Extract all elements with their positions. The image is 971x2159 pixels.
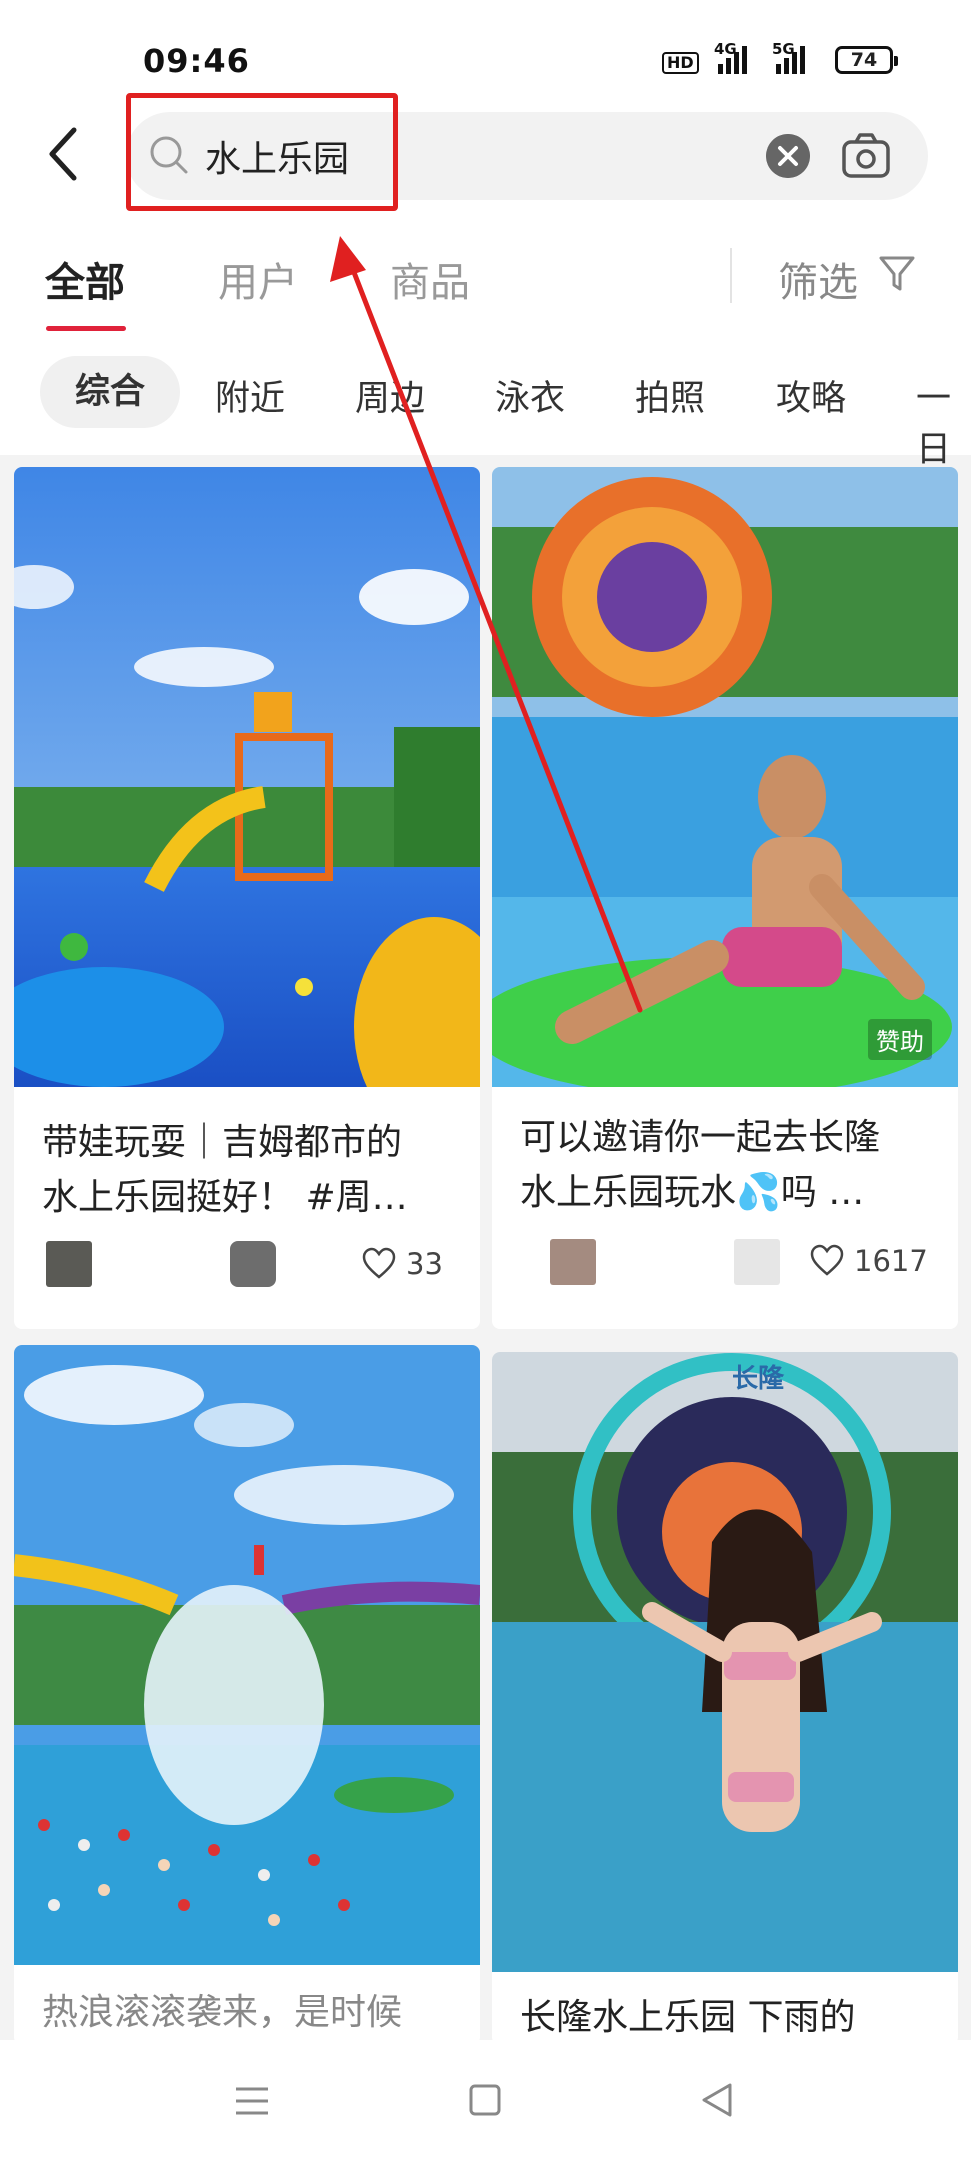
home-icon[interactable] [468,2083,502,2117]
author-avatar[interactable] [550,1239,596,1285]
tab-users[interactable]: 用户 [218,250,298,308]
tab-divider [730,248,732,303]
card-image-water-slide-park [14,467,480,1087]
card-title-line1: 热浪滚滚袭来，是时候 [42,1992,403,2033]
card-title-line2: 水上乐园挺好！ #周… [42,1177,408,1218]
status-time: 09:46 [143,42,250,80]
active-tab-indicator [46,326,126,331]
author-name-blurred [734,1239,780,1285]
tab-products[interactable]: 商品 [390,250,470,308]
sponsored-badge: 赞助 [868,1019,932,1060]
feed-card-4[interactable]: 长隆 长隆水上乐园 下雨的 [492,1352,958,2045]
feed-card-3[interactable]: 热浪滚滚袭来，是时候 [14,1345,480,2045]
feed-card-2[interactable]: 赞助 可以邀请你一起去长隆 水上乐园玩水💦吗 … 1617 [492,467,958,1329]
chip-swimsuit[interactable]: 泳衣 [495,370,565,421]
like-heart-icon[interactable] [362,1247,396,1281]
card-image-crowded-wave-pool [14,1345,480,1965]
annotation-highlight-box [126,93,398,211]
author-name-blurred [230,1241,276,1287]
filter-button[interactable]: 筛选 [778,250,858,308]
battery-indicator: 74 [835,46,898,74]
back-triangle-icon[interactable] [700,2082,734,2118]
chip-around[interactable]: 周边 [355,370,425,421]
chip-day-trip[interactable]: 一日 [916,370,971,472]
like-heart-icon[interactable] [810,1244,844,1278]
author-avatar[interactable] [46,1241,92,1287]
feed-card-1[interactable]: 带娃玩耍｜吉姆都市的 水上乐园挺好！ #周… 33 [14,467,480,1329]
card-image-woman-in-pool [492,1352,958,1972]
menu-icon[interactable] [234,2085,270,2117]
card-title-line1: 可以邀请你一起去长隆 [520,1117,881,1158]
card-image-man-on-float [492,467,958,1087]
signal-icon [718,44,747,74]
filter-funnel-icon[interactable] [878,254,916,294]
card-title-line2: 水上乐园玩水💦吗 … [520,1172,865,1213]
tab-all[interactable]: 全部 [45,250,125,308]
like-count: 33 [406,1247,443,1281]
chip-photo[interactable]: 拍照 [635,370,705,421]
like-count: 1617 [854,1244,928,1278]
card-title-line1: 长隆水上乐园 下雨的 [520,1997,856,2038]
chip-nearby[interactable]: 附近 [215,370,285,421]
clear-search-icon[interactable] [766,134,810,178]
signal-icon-2 [776,44,805,74]
chip-comprehensive[interactable]: 综合 [40,356,180,428]
chip-guide[interactable]: 攻略 [776,370,846,421]
image-sign-text: 长隆 [732,1364,785,1394]
hd-icon: HD [662,52,699,74]
camera-icon[interactable] [840,130,892,182]
card-title-line1: 带娃玩耍｜吉姆都市的 [42,1122,403,1163]
back-arrow-icon[interactable] [44,124,84,184]
